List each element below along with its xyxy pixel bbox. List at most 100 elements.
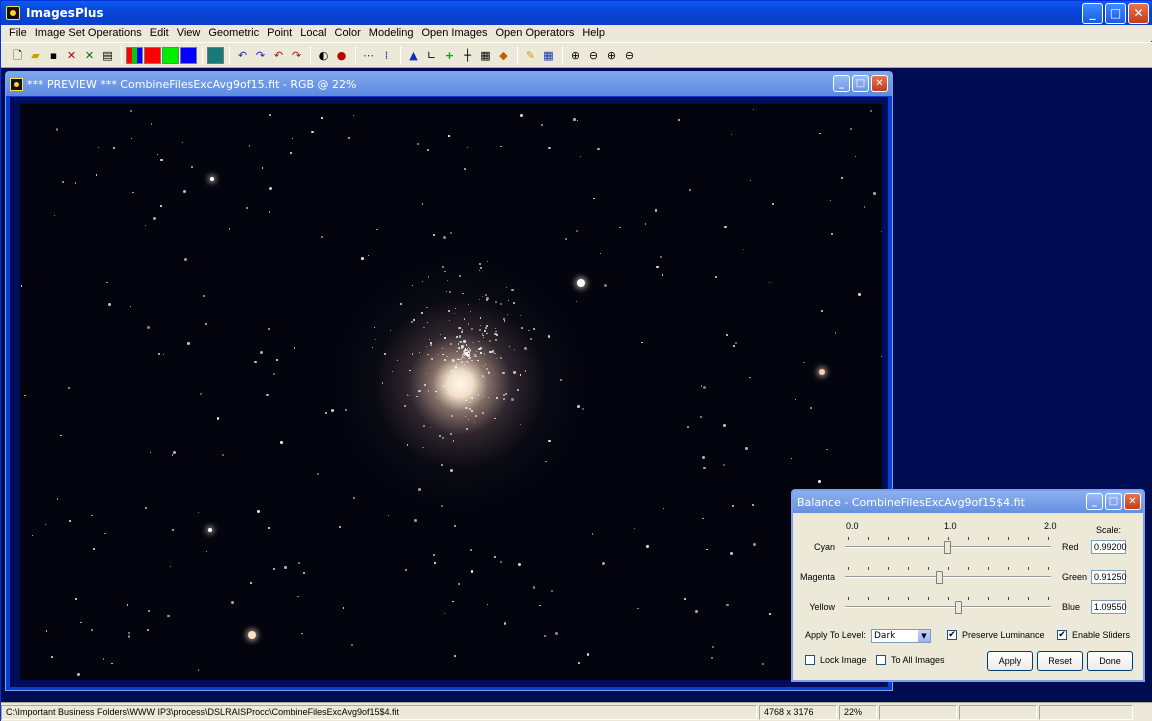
mask-red-icon[interactable]: ● [333,47,350,64]
save-icon[interactable]: ▪ [45,47,62,64]
green-channel-icon[interactable] [162,47,179,64]
slider-tick [1048,537,1049,540]
star [462,329,463,330]
redo-icon[interactable]: ↷ [252,47,269,64]
menu-file[interactable]: File [5,27,31,39]
enable-sliders-checkbox[interactable]: ✔ [1057,630,1067,640]
slider-track[interactable] [845,606,1051,608]
close-all-icon[interactable]: ✕ [81,47,98,64]
crosshair-icon[interactable]: ┼ [459,47,476,64]
slider-thumb[interactable] [944,541,951,554]
star [831,233,833,235]
star [466,344,468,346]
preview-title-bar[interactable]: *** PREVIEW *** CombineFilesExcAvg9of15.… [6,72,892,96]
zoom-fit-icon[interactable]: ⊕ [603,47,620,64]
star [157,154,158,155]
redo-all-icon[interactable]: ↷ [288,47,305,64]
preview-minimize-button[interactable]: _ [833,75,850,92]
preview-maximize-button[interactable]: □ [852,75,869,92]
star [321,236,323,238]
table-icon[interactable]: ▦ [540,47,557,64]
menu-open-operators[interactable]: Open Operators [491,27,578,39]
star [521,327,523,329]
to-all-images-checkbox[interactable] [876,655,886,665]
star [500,303,502,305]
menu-help[interactable]: Help [578,27,609,39]
zoom-reset-icon[interactable]: ⊖ [621,47,638,64]
grid-icon[interactable] [207,47,224,64]
scale-value-field[interactable]: 1.09550 [1091,600,1126,614]
star-field-image[interactable] [20,104,882,680]
star [93,548,95,550]
minimize-button[interactable]: _ [1082,3,1103,24]
star [392,371,393,372]
menu-local[interactable]: Local [296,27,330,39]
scatter-dots-icon[interactable]: ⁞ [378,47,395,64]
star [476,385,478,387]
slider-track[interactable] [845,576,1051,578]
calculator-icon[interactable]: ▦ [477,47,494,64]
star [483,366,484,367]
slider-tick [968,567,969,570]
apply-button[interactable]: Apply [987,651,1033,671]
maximize-button[interactable]: □ [1105,3,1126,24]
slider-tick [1008,597,1009,600]
pencil-icon[interactable]: ✎ [522,47,539,64]
star [343,607,345,609]
mask-dark-icon[interactable]: ◐ [315,47,332,64]
star [442,348,443,349]
menu-modeling[interactable]: Modeling [365,27,418,39]
histogram-icon[interactable]: ▲ [405,47,422,64]
menu-point[interactable]: Point [263,27,296,39]
blue-channel-icon[interactable] [180,47,197,64]
scale-value-field[interactable]: 0.91250 [1091,570,1126,584]
preserve-luminance-checkbox[interactable]: ✔ [947,630,957,640]
star [466,353,468,355]
undo-icon[interactable]: ↶ [234,47,251,64]
slider-thumb[interactable] [955,601,962,614]
balance-minimize-button[interactable]: _ [1086,493,1103,510]
done-button[interactable]: Done [1087,651,1133,671]
star [850,128,852,130]
crosshair-green-icon[interactable]: + [441,47,458,64]
lock-image-checkbox[interactable] [805,655,815,665]
apply-level-select[interactable]: Dark ▼ [871,629,931,643]
close-button[interactable]: ✕ [1128,3,1149,24]
reset-button[interactable]: Reset [1037,651,1083,671]
menu-edit[interactable]: Edit [146,27,173,39]
star [731,134,732,135]
print-icon[interactable]: ▤ [99,47,116,64]
menu-image-set-operations[interactable]: Image Set Operations [31,27,146,39]
star [427,149,429,151]
close-image-icon[interactable]: ✕ [63,47,80,64]
line-dots-icon[interactable]: ⋯ [360,47,377,64]
star [257,510,260,513]
balance-close-button[interactable]: ✕ [1124,493,1141,510]
star [374,327,375,328]
palette-icon[interactable]: ◆ [495,47,512,64]
zoom-out-icon[interactable]: ⊖ [585,47,602,64]
star [131,138,132,139]
red-channel-icon[interactable] [144,47,161,64]
menu-color[interactable]: Color [331,27,365,39]
star [489,351,491,353]
open-folder-icon[interactable]: ▰ [27,47,44,64]
rgb-channels-icon[interactable] [126,47,143,64]
star [634,528,635,529]
star [160,205,162,207]
new-file-icon[interactable]: 🗋 [9,47,26,64]
undo-all-icon[interactable]: ↶ [270,47,287,64]
preview-close-button[interactable]: ✕ [871,75,888,92]
star [541,124,543,126]
slider-thumb[interactable] [936,571,943,584]
zoom-in-icon[interactable]: ⊕ [567,47,584,64]
scale-value-field[interactable]: 0.99200 [1091,540,1126,554]
menu-open-images[interactable]: Open Images [417,27,491,39]
status-zoom: 22% [839,705,877,720]
curve-icon[interactable]: ∟ [423,47,440,64]
star [732,505,734,507]
balance-title-bar[interactable]: Balance - CombineFilesExcAvg9of15$4.fit … [793,491,1143,513]
menu-geometric[interactable]: Geometric [204,27,263,39]
balance-maximize-button[interactable]: □ [1105,493,1122,510]
menu-view[interactable]: View [173,27,205,39]
